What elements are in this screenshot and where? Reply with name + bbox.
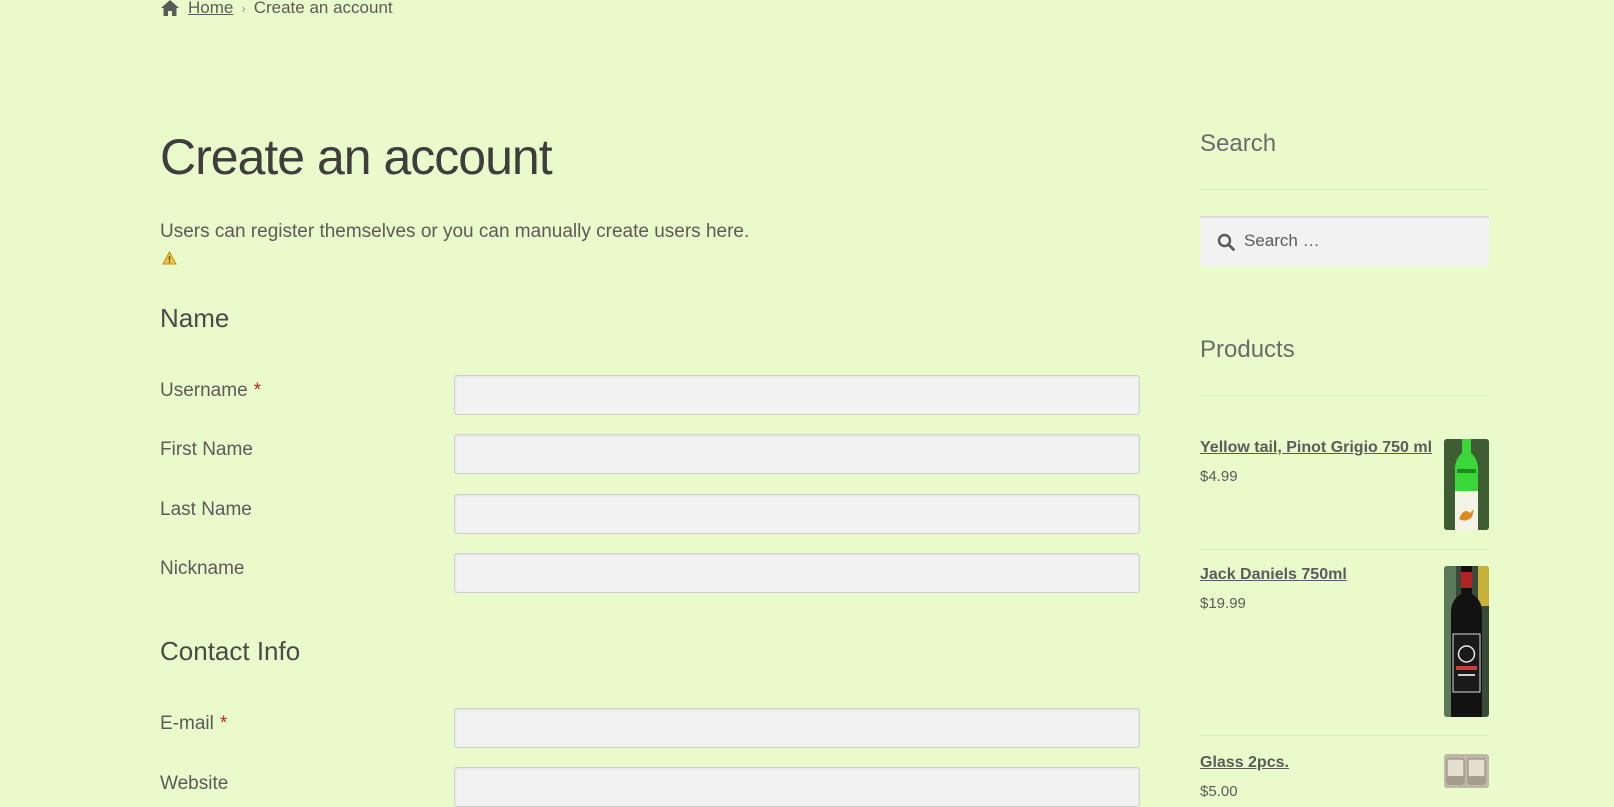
last-name-label: Last Name: [160, 499, 252, 520]
widget-divider: [1200, 395, 1489, 396]
required-marker: *: [219, 713, 228, 734]
product-link[interactable]: Glass 2pcs.: [1200, 754, 1289, 772]
website-field[interactable]: [454, 767, 1140, 807]
email-label-text: E-mail: [160, 713, 214, 734]
product-separator: [1200, 735, 1489, 736]
email-label: E-mail *: [160, 713, 227, 735]
email-field[interactable]: [454, 708, 1140, 748]
intro-text: Users can register themselves or you can…: [160, 221, 750, 242]
section-title-name: Name: [160, 303, 230, 333]
product-separator: [1200, 549, 1489, 550]
first-name-label: First Name: [160, 439, 253, 460]
product-link[interactable]: Yellow tail, Pinot Grigio 750 ml: [1200, 439, 1432, 457]
product-item: Jack Daniels 750ml $19.99: [1200, 566, 1489, 718]
warning-icon: [162, 251, 177, 265]
search-input[interactable]: [1244, 218, 1479, 264]
first-name-field[interactable]: [454, 434, 1140, 474]
product-price: $4.99: [1200, 468, 1238, 485]
search-box: [1200, 216, 1489, 266]
whiskey-bottle-thumbnail[interactable]: [1444, 566, 1489, 717]
home-icon: [161, 0, 179, 16]
search-widget-title: Search: [1200, 130, 1277, 157]
breadcrumb-home-link[interactable]: Home: [188, 0, 233, 18]
required-marker: *: [253, 380, 262, 401]
product-price: $5.00: [1200, 783, 1238, 800]
widget-divider: [1200, 189, 1489, 190]
glass-thumbnail[interactable]: [1444, 754, 1489, 788]
username-field[interactable]: [454, 375, 1140, 415]
wine-bottle-thumbnail[interactable]: [1444, 439, 1489, 530]
last-name-field[interactable]: [454, 494, 1140, 534]
nickname-label: Nickname: [160, 558, 245, 579]
products-widget-title: Products: [1200, 336, 1295, 363]
username-label-text: Username: [160, 380, 248, 401]
page-title: Create an account: [160, 129, 553, 185]
product-item: Yellow tail, Pinot Grigio 750 ml $4.99: [1200, 439, 1489, 531]
nickname-field[interactable]: [454, 553, 1140, 593]
website-label: Website: [160, 773, 229, 794]
product-link[interactable]: Jack Daniels 750ml: [1200, 566, 1347, 584]
breadcrumb-separator: ›: [241, 0, 246, 16]
product-price: $19.99: [1200, 595, 1246, 612]
username-label: Username *: [160, 380, 261, 402]
breadcrumb-current: Create an account: [253, 0, 393, 17]
search-icon[interactable]: [1217, 233, 1235, 251]
product-item: Glass 2pcs. $5.00: [1200, 754, 1489, 800]
section-title-contact: Contact Info: [160, 636, 301, 666]
breadcrumb: Home › Create an account: [160, 0, 393, 18]
